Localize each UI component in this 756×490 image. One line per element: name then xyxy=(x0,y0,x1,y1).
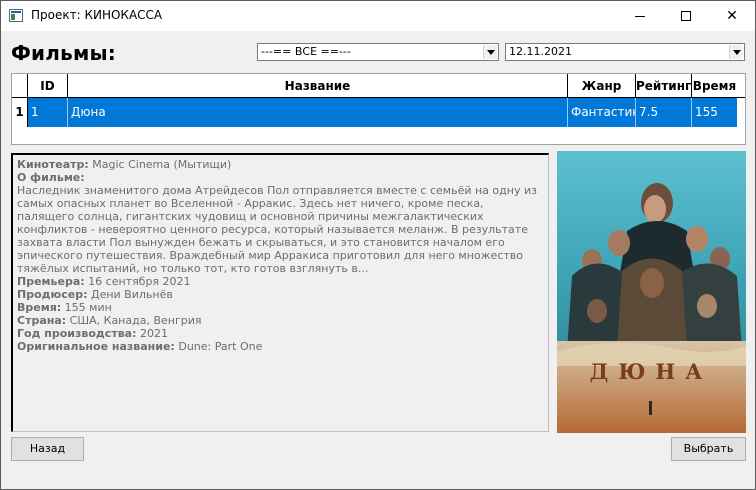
table-row[interactable]: 1 1 Дюна Фантастика 7.5 155 xyxy=(12,98,745,127)
column-header-duration[interactable]: Время xyxy=(692,74,737,98)
about-line: О фильме: xyxy=(17,171,544,184)
column-header-title[interactable]: Название xyxy=(68,74,568,98)
column-header-id[interactable]: ID xyxy=(28,74,68,98)
maximize-icon xyxy=(681,11,691,21)
country-value: США, Канада, Венгрия xyxy=(69,314,202,327)
app-window-icon xyxy=(9,9,23,22)
films-grid[interactable]: ID Название Жанр Рейтинг Время 1 1 Дюна … xyxy=(11,73,746,145)
premiere-label: Премьера: xyxy=(17,275,85,288)
poster-artwork: ДЮНА xyxy=(557,151,746,433)
year-line: Год производства: 2021 xyxy=(17,327,544,340)
poster-title: ДЮНА xyxy=(590,359,713,384)
cinema-label: Кинотеатр: xyxy=(17,158,89,171)
film-details-panel[interactable]: Кинотеатр: Magic Cinema (Мытищи) О фильм… xyxy=(11,153,549,432)
genre-filter-select[interactable]: ---== ВСЕ ==--- xyxy=(257,43,499,61)
close-icon: ✕ xyxy=(726,8,738,24)
country-line: Страна: США, Канада, Венгрия xyxy=(17,314,544,327)
premiere-line: Премьера: 16 сентября 2021 xyxy=(17,275,544,288)
original-title-value: Dune: Part One xyxy=(178,340,263,353)
about-text: Наследник знаменитого дома Атрейдесов По… xyxy=(17,184,537,275)
cell-title[interactable]: Дюна xyxy=(68,98,568,127)
producer-label: Продюсер: xyxy=(17,288,88,301)
producer-line: Продюсер: Дени Вильнёв xyxy=(17,288,544,301)
cell-id[interactable]: 1 xyxy=(28,98,68,127)
cinema-line: Кинотеатр: Magic Cinema (Мытищи) xyxy=(17,158,544,171)
date-filter-value: 12.11.2021 xyxy=(509,45,572,58)
minimize-icon xyxy=(635,16,645,17)
premiere-value: 16 сентября 2021 xyxy=(88,275,191,288)
year-label: Год производства: xyxy=(17,327,137,340)
column-header-genre[interactable]: Жанр xyxy=(568,74,636,98)
country-label: Страна: xyxy=(17,314,67,327)
window-title: Проект: КИНОКАССА xyxy=(31,8,163,22)
chevron-down-icon[interactable] xyxy=(729,45,743,59)
chevron-down-icon[interactable] xyxy=(483,45,497,59)
year-value: 2021 xyxy=(140,327,168,340)
time-value: 155 мин xyxy=(64,301,112,314)
time-line: Время: 155 мин xyxy=(17,301,544,314)
page-title: Фильмы: xyxy=(11,41,116,65)
film-poster: ДЮНА xyxy=(557,151,746,433)
date-filter-select[interactable]: 12.11.2021 xyxy=(505,43,745,61)
cinema-value: Magic Cinema (Мытищи) xyxy=(92,158,232,171)
row-number[interactable]: 1 xyxy=(12,98,28,127)
minimize-button[interactable] xyxy=(617,1,663,31)
back-button[interactable]: Назад xyxy=(11,437,84,461)
title-bar: Проект: КИНОКАССА ✕ xyxy=(1,1,755,31)
original-title-label: Оригинальное название: xyxy=(17,340,175,353)
about-label: О фильме: xyxy=(17,171,85,184)
cell-duration[interactable]: 155 xyxy=(692,98,737,127)
time-label: Время: xyxy=(17,301,62,314)
producer-value: Дени Вильнёв xyxy=(90,288,173,301)
grid-corner xyxy=(12,74,28,98)
original-title-line: Оригинальное название: Dune: Part One xyxy=(17,340,544,353)
cell-genre[interactable]: Фантастика xyxy=(568,98,636,127)
maximize-button[interactable] xyxy=(663,1,709,31)
select-button[interactable]: Выбрать xyxy=(671,437,746,461)
grid-header: ID Название Жанр Рейтинг Время xyxy=(12,74,745,98)
close-button[interactable]: ✕ xyxy=(709,1,755,31)
genre-filter-value: ---== ВСЕ ==--- xyxy=(261,45,351,58)
app-window: Проект: КИНОКАССА ✕ Фильмы: ---== ВСЕ ==… xyxy=(0,0,756,490)
cell-rating[interactable]: 7.5 xyxy=(636,98,692,127)
column-header-rating[interactable]: Рейтинг xyxy=(636,74,692,98)
